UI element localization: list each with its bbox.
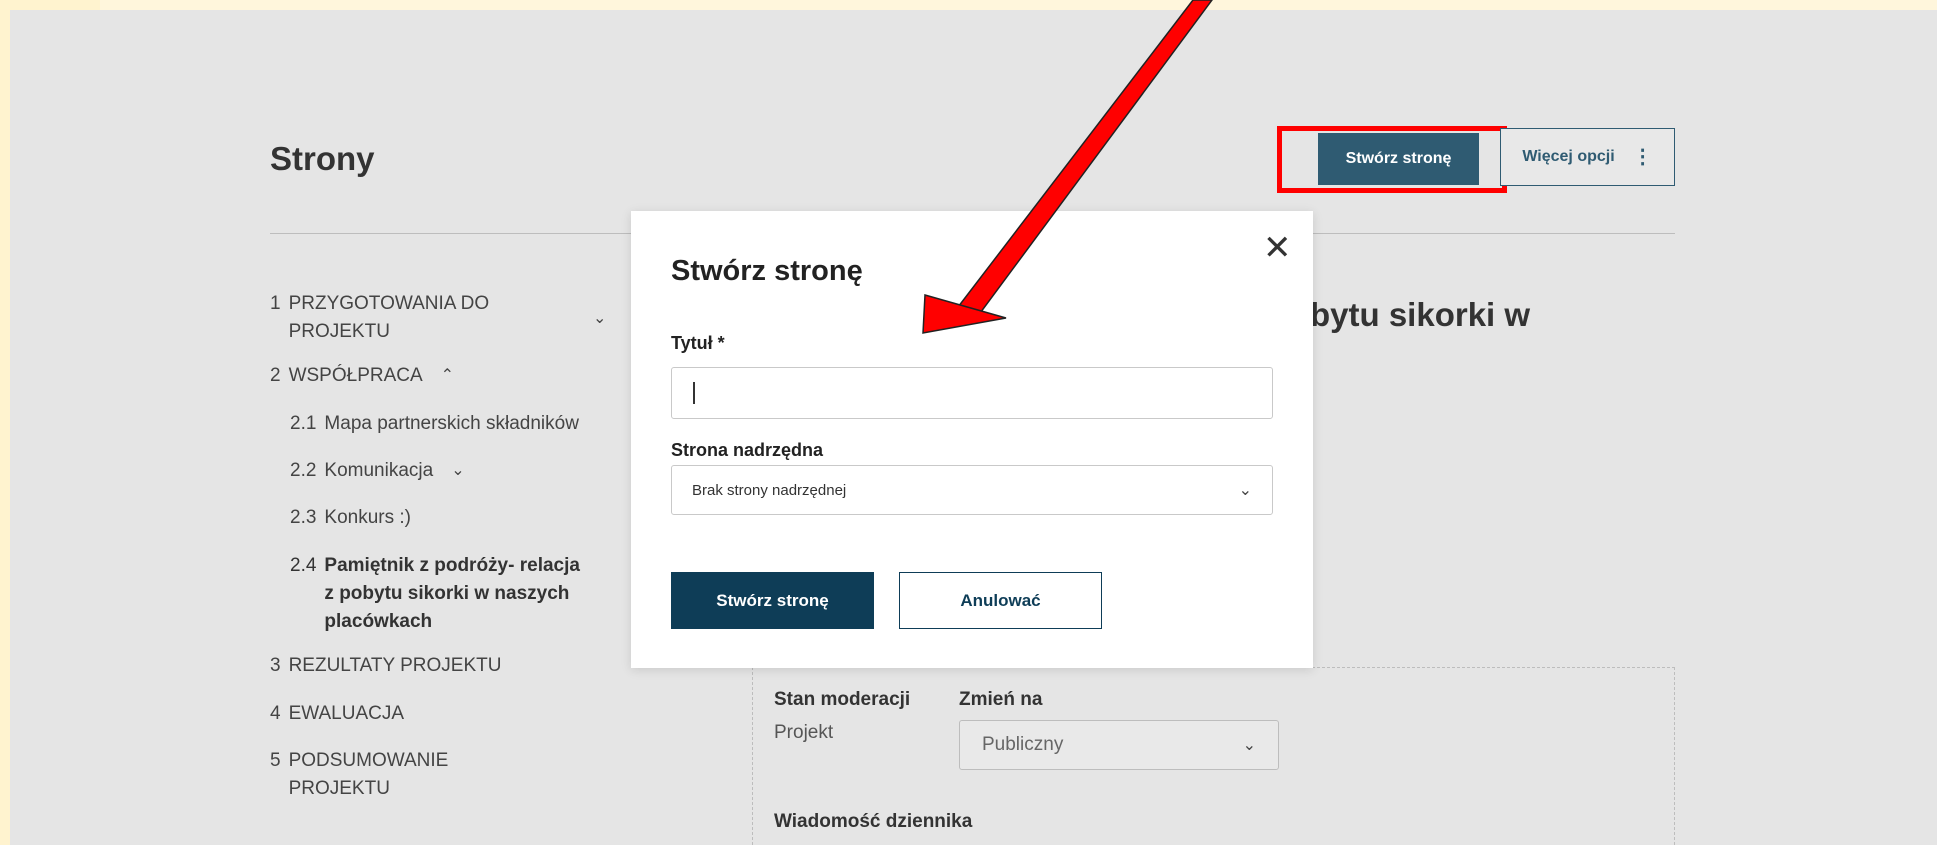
nav-item-podsumowanie[interactable]: 5 PODSUMOWANIE PROJEKTU <box>270 747 448 803</box>
chevron-down-icon[interactable]: ⌄ <box>593 308 606 328</box>
nav-item-number: 4 <box>270 703 281 724</box>
nav-item-number: 2.2 <box>290 460 317 481</box>
nav-item-number: 5 <box>270 750 281 771</box>
nav-label-line: PODSUMOWANIE <box>288 750 449 771</box>
nav-item-label: Mapa partnerskich składników <box>324 413 579 434</box>
kebab-icon: ⋮ <box>1632 146 1653 168</box>
parent-page-select[interactable]: Brak strony nadrzędnej ⌄ <box>671 465 1273 515</box>
parent-page-value: Brak strony nadrzędnej <box>692 481 847 499</box>
nav-label-line: PROJEKTU <box>288 778 390 799</box>
modal-title: Stwórz stronę <box>671 255 863 287</box>
moderation-select-value: Publiczny <box>982 734 1064 755</box>
chevron-up-icon[interactable]: ⌃ <box>441 362 454 390</box>
title-field-label: Tytuł * <box>671 333 725 353</box>
nav-item-number: 2 <box>270 365 281 386</box>
nav-item-przygotowania[interactable]: 1 PRZYGOTOWANIA DO PROJEKTU <box>270 290 489 346</box>
log-message-label: Wiadomość dziennika <box>774 811 973 832</box>
chevron-down-icon: ⌄ <box>1238 482 1252 499</box>
nav-item-label: EWALUACJA <box>288 703 405 724</box>
chevron-down-icon[interactable]: ⌄ <box>451 457 464 485</box>
nav-label-line: placówkach <box>324 611 433 632</box>
nav-item-label: Konkurs :) <box>324 507 412 528</box>
title-input[interactable] <box>671 367 1273 419</box>
nav-item-number: 2.1 <box>290 413 317 434</box>
nav-item-wspolpraca[interactable]: 2 WSPÓŁPRACA ⌃ <box>270 362 454 390</box>
nav-item-number: 3 <box>270 655 281 676</box>
background-page-heading: bytu sikorki w <box>1310 296 1531 333</box>
nav-item-komunikacja[interactable]: 2.2 Komunikacja ⌄ <box>290 457 465 485</box>
create-page-modal: ✕ Stwórz stronę Tytuł * Strona nadrzędna… <box>631 211 1313 668</box>
nav-item-label: REZULTATY PROJEKTU <box>288 655 502 676</box>
text-caret <box>693 382 695 404</box>
page-title: Strony <box>270 140 375 177</box>
more-options-button[interactable]: Więcej opcji ⋮ <box>1500 128 1675 186</box>
nav-item-number: 1 <box>270 293 281 314</box>
close-icon[interactable]: ✕ <box>1263 231 1292 265</box>
nav-item-konkurs[interactable]: 2.3 Konkurs :) <box>290 504 411 532</box>
nav-item-label: Pamiętnik z podróży- relacja z pobytu si… <box>324 552 580 636</box>
nav-item-label: WSPÓŁPRACA <box>288 365 423 386</box>
nav-item-label: PRZYGOTOWANIA DO PROJEKTU <box>289 290 490 346</box>
nav-item-number: 2.4 <box>290 555 317 576</box>
nav-label-line: PRZYGOTOWANIA DO <box>288 293 490 314</box>
nav-item-ewaluacja[interactable]: 4 EWALUACJA <box>270 700 404 728</box>
moderation-state-value: Projekt <box>774 722 834 743</box>
modal-create-button[interactable]: Stwórz stronę <box>671 572 874 629</box>
nav-item-mapa[interactable]: 2.1 Mapa partnerskich składników <box>290 410 579 438</box>
moderation-state-label: Stan moderacji <box>774 689 911 710</box>
highlight-annotation <box>1277 126 1507 193</box>
more-options-label: Więcej opcji <box>1522 148 1615 165</box>
nav-item-label: Komunikacja <box>324 460 434 481</box>
chevron-down-icon: ⌄ <box>1242 737 1256 754</box>
nav-label-line: z pobytu sikorki w naszych <box>324 583 570 604</box>
nav-item-rezultaty[interactable]: 3 REZULTATY PROJEKTU <box>270 652 501 680</box>
nav-item-number: 2.3 <box>290 507 317 528</box>
parent-page-label: Strona nadrzędna <box>671 440 824 460</box>
change-to-label: Zmień na <box>959 689 1043 710</box>
modal-cancel-button[interactable]: Anulować <box>899 572 1102 629</box>
nav-item-pamietnik[interactable]: 2.4 Pamiętnik z podróży- relacja z pobyt… <box>290 552 580 636</box>
moderation-state-select[interactable]: Publiczny ⌄ <box>959 720 1279 770</box>
nav-label-line: PROJEKTU <box>288 321 390 342</box>
nav-item-label: PODSUMOWANIE PROJEKTU <box>289 747 449 803</box>
nav-label-line: Pamiętnik z podróży- relacja <box>324 555 580 576</box>
